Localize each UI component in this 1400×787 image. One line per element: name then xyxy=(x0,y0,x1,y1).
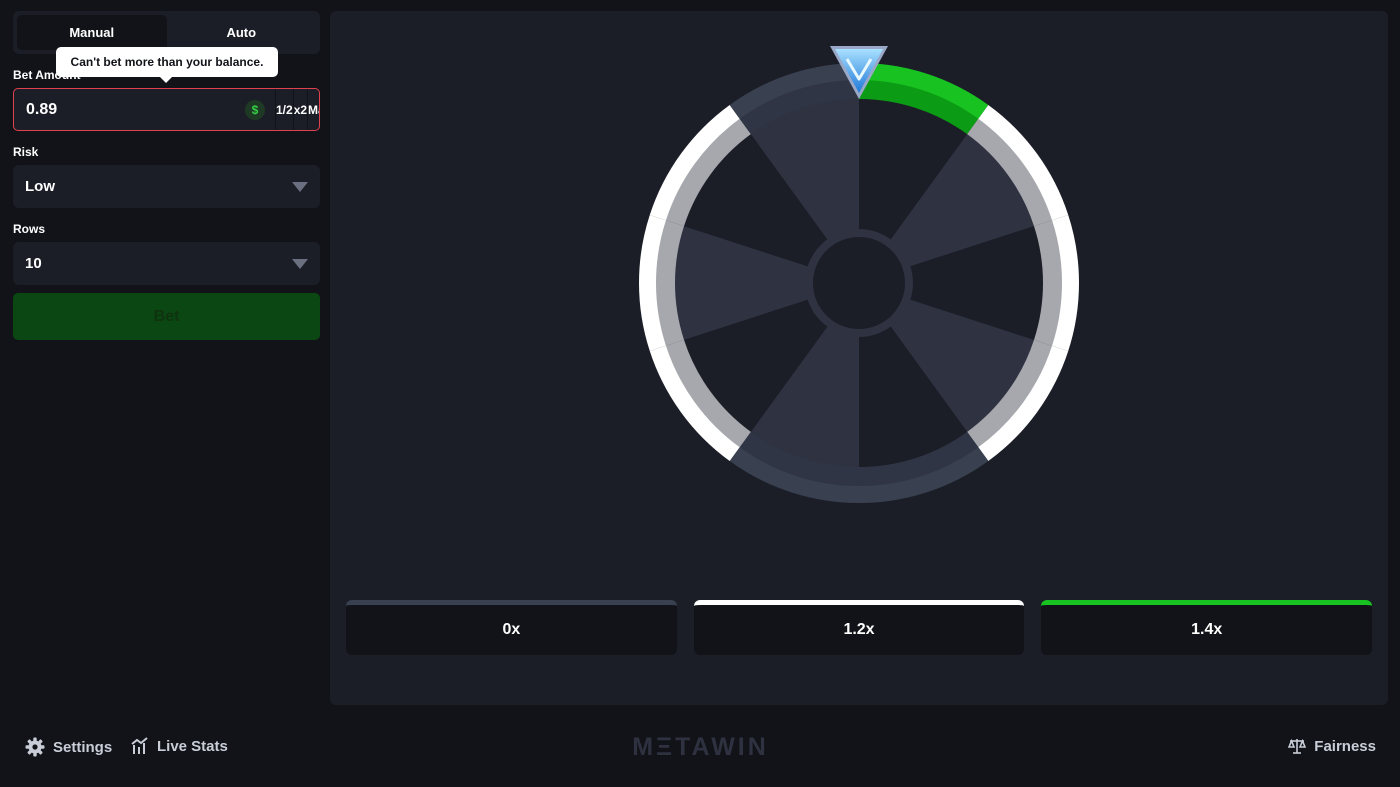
chevron-down-icon xyxy=(292,258,308,269)
currency-badge: $ xyxy=(245,89,265,130)
scale-icon xyxy=(1288,738,1307,754)
risk-value: Low xyxy=(25,178,55,195)
multiplier-legend: 0x 1.2x 1.4x xyxy=(346,600,1373,655)
rows-label: Rows xyxy=(13,222,46,236)
rows-value: 10 xyxy=(25,255,42,272)
app-root: Manual Auto Can't bet more than your bal… xyxy=(0,0,1400,787)
multiplier-1-4x: 1.4x xyxy=(1041,600,1373,655)
wheel-group xyxy=(639,63,1079,503)
max-bet-button[interactable]: Max xyxy=(307,89,319,130)
settings-button[interactable]: Settings xyxy=(25,737,112,757)
metawin-logo: MΞTAWIN xyxy=(632,732,769,761)
multiplier-0x: 0x xyxy=(346,600,677,655)
dollar-icon: $ xyxy=(245,99,265,120)
footer: Settings Live Stats MΞTAWIN Fairness xyxy=(0,725,1400,769)
wheel xyxy=(639,46,1079,503)
balance-error-tooltip: Can't bet more than your balance. xyxy=(56,47,278,83)
fairness-label: Fairness xyxy=(1314,737,1376,755)
bet-amount-field: $ 1/2 x2 Max xyxy=(13,88,320,131)
live-stats-button[interactable]: Live Stats xyxy=(131,737,228,755)
fairness-button[interactable]: Fairness xyxy=(1288,737,1376,755)
multiplier-1-2x: 1.2x xyxy=(693,600,1025,655)
tab-manual[interactable]: Manual xyxy=(17,15,167,50)
half-bet-button[interactable]: 1/2 xyxy=(275,89,293,130)
gear-icon xyxy=(25,737,45,757)
bet-controls-panel: Manual Auto Can't bet more than your bal… xyxy=(13,11,320,340)
double-bet-button[interactable]: x2 xyxy=(292,89,307,130)
mode-tabs: Manual Auto Can't bet more than your bal… xyxy=(13,11,320,83)
bet-amount-input[interactable] xyxy=(14,89,245,130)
live-stats-label: Live Stats xyxy=(157,737,228,755)
wheel-hub xyxy=(813,237,905,329)
tab-auto[interactable]: Auto xyxy=(167,15,317,50)
chevron-down-icon xyxy=(292,181,308,192)
risk-label: Risk xyxy=(13,145,39,159)
rows-select[interactable]: 10 xyxy=(13,242,320,285)
bet-button[interactable]: Bet xyxy=(13,293,320,340)
game-area: 0x 1.2x 1.4x xyxy=(330,11,1388,705)
chart-icon xyxy=(131,737,148,754)
settings-label: Settings xyxy=(53,738,113,756)
risk-select[interactable]: Low xyxy=(13,165,320,208)
